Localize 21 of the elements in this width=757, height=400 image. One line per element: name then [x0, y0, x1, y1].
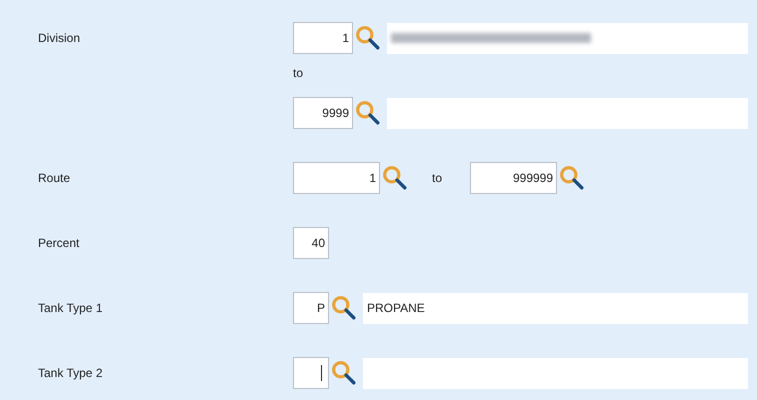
search-icon[interactable]: [331, 295, 357, 321]
search-icon[interactable]: [355, 25, 381, 51]
code-field[interactable]: P: [293, 292, 329, 324]
code-field[interactable]: [293, 357, 329, 389]
to-label: to: [432, 171, 442, 185]
code-field[interactable]: 9999: [293, 97, 353, 129]
search-icon[interactable]: [355, 100, 381, 126]
field-label: Percent: [38, 235, 80, 252]
search-icon[interactable]: [331, 360, 357, 386]
description-field: PROPANE: [363, 292, 748, 324]
search-icon[interactable]: [559, 165, 586, 191]
field-label: Tank Type 1: [38, 300, 104, 317]
code-field[interactable]: 999999: [470, 162, 558, 194]
to-label: to: [293, 66, 304, 80]
field-label: Tank Type 2: [38, 365, 104, 382]
field-label: Division: [38, 30, 82, 47]
code-field[interactable]: 1: [293, 162, 380, 194]
code-field[interactable]: 40: [293, 227, 329, 259]
search-icon[interactable]: [382, 165, 408, 191]
code-field[interactable]: 1: [293, 22, 353, 54]
field-label: Route: [38, 170, 72, 187]
